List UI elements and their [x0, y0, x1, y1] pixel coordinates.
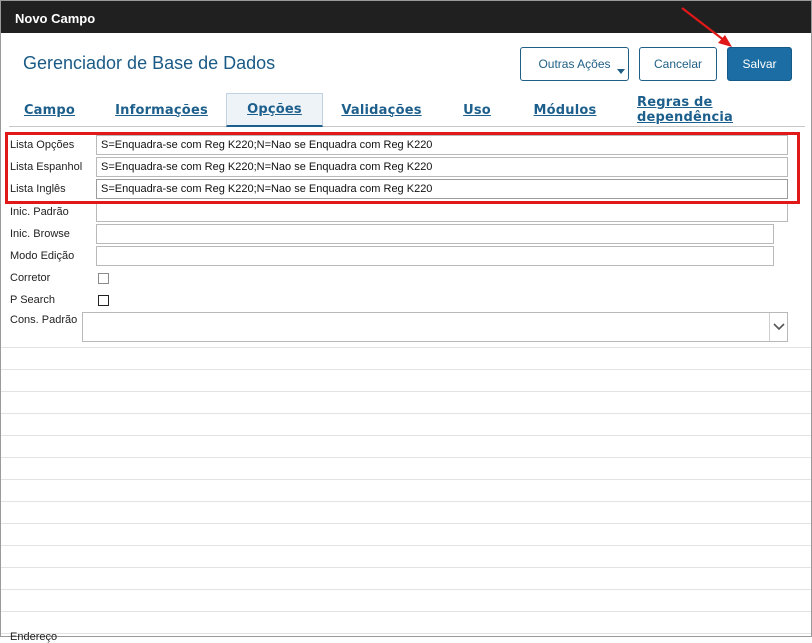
- row-inic-browse: Inic. Browse: [1, 222, 811, 244]
- row-modo-edicao: Modo Edição: [1, 244, 811, 266]
- options-form: Lista Opções S=Enquadra-se com Reg K220;…: [1, 128, 811, 638]
- highlight-box: [5, 132, 800, 204]
- tab-campo[interactable]: Campo: [17, 93, 82, 127]
- inic-browse-input[interactable]: [96, 224, 774, 244]
- save-label: Salvar: [742, 57, 777, 71]
- tab-modulos[interactable]: Módulos: [531, 93, 599, 127]
- cancel-label: Cancelar: [653, 57, 703, 71]
- inic-browse-label: Inic. Browse: [10, 228, 70, 240]
- cons-padrao-select[interactable]: [82, 312, 788, 342]
- row-corretor: Corretor: [1, 266, 811, 288]
- page-title: Gerenciador de Base de Dados: [23, 53, 276, 73]
- cancel-button[interactable]: Cancelar: [639, 47, 717, 81]
- save-button[interactable]: Salvar: [727, 47, 792, 81]
- endereco-partial-label: Endereço: [10, 631, 58, 643]
- modo-edicao-input[interactable]: [96, 246, 774, 266]
- tab-opcoes[interactable]: Opções: [226, 93, 323, 127]
- title-bar: Novo Campo: [1, 1, 811, 33]
- p-search-checkbox[interactable]: [98, 295, 109, 306]
- window-title: Novo Campo: [15, 11, 96, 26]
- other-actions-button[interactable]: Outras Ações: [520, 47, 629, 81]
- corretor-checkbox[interactable]: [98, 273, 109, 284]
- corretor-label: Corretor: [10, 272, 51, 284]
- p-search-label: P Search: [10, 294, 56, 306]
- dropdown-caret-icon: [617, 69, 625, 74]
- tab-validacoes[interactable]: Validações: [339, 93, 424, 127]
- other-actions-label: Outras Ações: [538, 57, 611, 71]
- chevron-down-icon[interactable]: [769, 313, 787, 341]
- modo-edicao-label: Modo Edição: [10, 250, 75, 262]
- inic-padrao-label: Inic. Padrão: [10, 206, 69, 218]
- tab-regras-dependencia[interactable]: Regras de dependência: [637, 93, 793, 127]
- row-p-search: P Search: [1, 288, 811, 310]
- dialog-window: Novo Campo Gerenciador de Base de Dados …: [0, 0, 812, 643]
- tab-bar: Campo Informações Opções Validações Uso …: [9, 93, 805, 127]
- tab-uso[interactable]: Uso: [457, 93, 497, 127]
- tab-informacoes[interactable]: Informações: [109, 93, 214, 127]
- cons-padrao-label: Cons. Padrão: [10, 314, 78, 326]
- inic-padrao-input[interactable]: [96, 202, 788, 222]
